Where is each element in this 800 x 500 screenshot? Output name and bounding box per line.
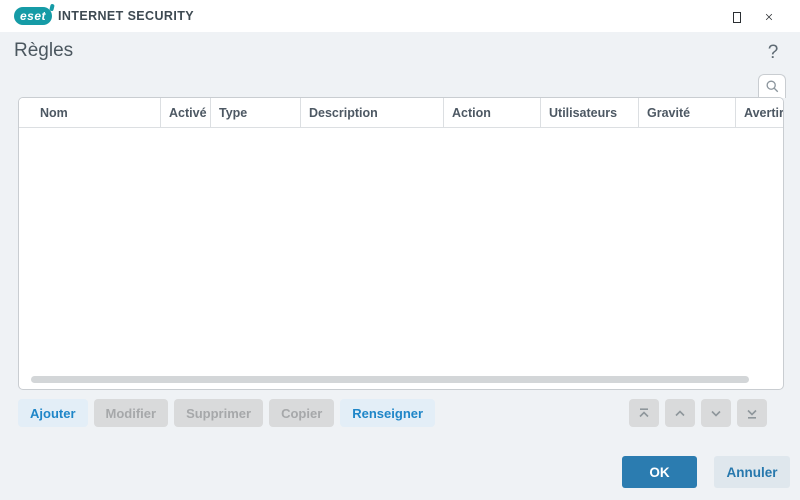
column-header-avertir[interactable]: Avertir l (736, 98, 783, 127)
ok-button[interactable]: OK (622, 456, 697, 488)
fill-button[interactable]: Renseigner (340, 399, 436, 427)
copy-button: Copier (269, 399, 335, 427)
eset-logo-mark-icon (49, 3, 55, 12)
product-name: INTERNET SECURITY (58, 9, 194, 23)
column-header-active[interactable]: Activé (161, 98, 211, 127)
edit-button: Modifier (93, 399, 169, 427)
page-title: Règles (14, 40, 74, 61)
cancel-button[interactable]: Annuler (714, 456, 790, 488)
move-to-bottom-icon (747, 409, 757, 419)
move-down-icon (711, 410, 721, 417)
table-header-row: Nom Activé Type Description Action Utili… (19, 98, 783, 128)
search-icon (765, 80, 778, 93)
column-header-type[interactable]: Type (211, 98, 301, 127)
horizontal-scrollbar[interactable] (31, 376, 749, 383)
move-to-top-button (629, 399, 659, 427)
close-icon (765, 13, 773, 21)
column-header-description[interactable]: Description (301, 98, 444, 127)
titlebar: eset INTERNET SECURITY (0, 0, 800, 32)
move-up-icon (675, 409, 685, 416)
eset-rules-window: eset INTERNET SECURITY Règles ? Nom Acti… (0, 0, 800, 500)
rules-table: Nom Activé Type Description Action Utili… (18, 97, 784, 390)
maximize-icon (733, 11, 741, 23)
column-header-nom[interactable]: Nom (19, 98, 161, 127)
column-header-action[interactable]: Action (444, 98, 541, 127)
delete-button: Supprimer (174, 399, 264, 427)
move-down-button (701, 399, 731, 427)
table-body-empty (19, 128, 783, 354)
move-to-bottom-button (737, 399, 767, 427)
move-to-top-icon (639, 407, 649, 417)
move-up-button (665, 399, 695, 427)
close-button[interactable] (759, 7, 779, 27)
maximize-button[interactable] (727, 7, 747, 27)
column-header-utilisateurs[interactable]: Utilisateurs (541, 98, 639, 127)
eset-logo: eset (14, 7, 52, 25)
toolbar: Ajouter Modifier Supprimer Copier Rensei… (18, 399, 436, 427)
add-button[interactable]: Ajouter (18, 399, 88, 427)
search-button[interactable] (758, 74, 786, 98)
column-header-gravite[interactable]: Gravité (639, 98, 736, 127)
help-button[interactable]: ? (762, 41, 784, 65)
move-button-group (629, 399, 767, 427)
